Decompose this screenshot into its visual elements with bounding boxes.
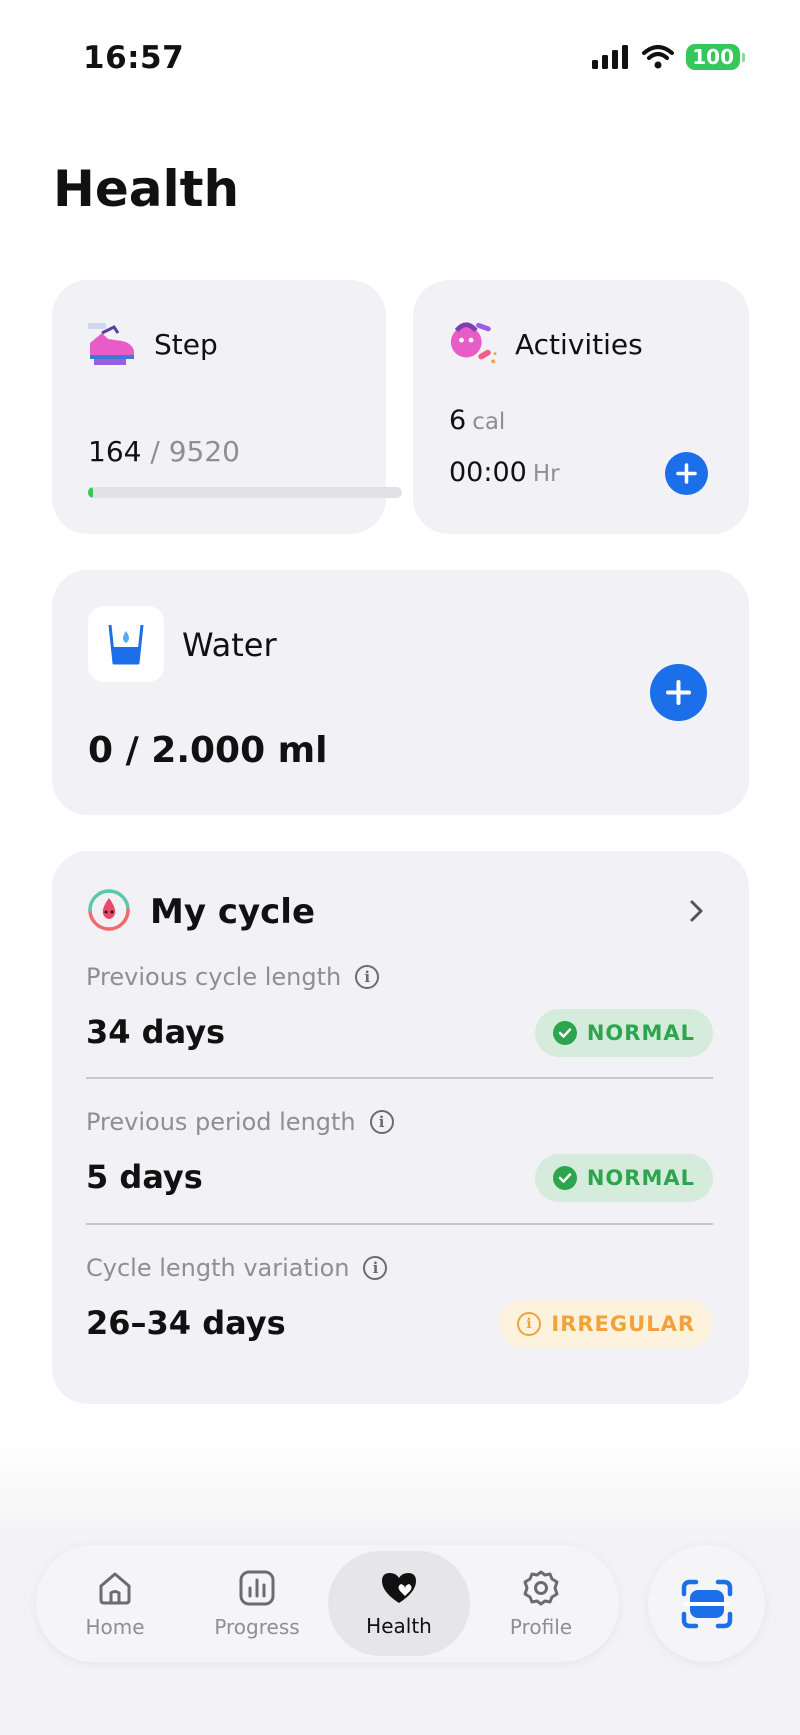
nav-label: Profile — [509, 1614, 573, 1639]
water-value: 0 / 2.000 ml — [88, 730, 328, 771]
status-badge: NORMAL — [534, 1009, 713, 1057]
activities-duration: 00:00 Hr — [449, 457, 560, 488]
row-label: Previous period length — [86, 1108, 356, 1136]
cycle-row-length-variation: Cycle length variation i 26–34 days i IR… — [86, 1254, 713, 1348]
plus-icon — [666, 680, 691, 705]
duration-value: 00:00 — [449, 457, 527, 488]
row-label: Previous cycle length — [86, 963, 342, 991]
calories-value: 6 — [449, 405, 467, 436]
nav-label: Progress — [214, 1614, 300, 1639]
add-water-button[interactable] — [650, 664, 707, 721]
nav-item-health[interactable]: Health — [328, 1551, 470, 1656]
step-goal: 9520 — [168, 435, 240, 468]
cycle-row-previous-period: Previous period length i 5 days NORMAL — [86, 1108, 713, 1202]
water-card[interactable]: Water 0 / 2.000 ml — [52, 570, 749, 815]
status-time: 16:57 — [83, 40, 185, 76]
water-glass-icon — [88, 606, 164, 682]
info-icon[interactable]: i — [363, 1256, 388, 1280]
nav-item-profile[interactable]: Profile — [476, 1545, 606, 1662]
step-value: 164 / 9520 — [88, 435, 240, 468]
page-title: Health — [53, 160, 240, 218]
step-label: Step — [154, 327, 218, 361]
bottom-nav: Home Progress Health Profile — [36, 1545, 619, 1662]
step-separator: / — [141, 435, 169, 468]
activities-calories: 6 cal — [449, 405, 505, 436]
row-label: Cycle length variation — [86, 1254, 350, 1282]
signal-icon — [592, 45, 629, 69]
water-label: Water — [182, 626, 277, 664]
cycle-row-previous-cycle: Previous cycle length i 34 days NORMAL — [86, 963, 713, 1057]
chevron-right-icon[interactable] — [687, 899, 707, 927]
nav-label: Health — [366, 1613, 432, 1638]
status-icons: 100 — [592, 44, 745, 70]
nav-label: Home — [85, 1614, 145, 1639]
step-current: 164 — [88, 435, 142, 468]
cycle-card[interactable]: My cycle Previous cycle length i 34 days… — [52, 851, 749, 1404]
divider — [86, 1077, 713, 1079]
duration-unit: Hr — [532, 461, 560, 487]
wifi-icon — [642, 45, 675, 69]
cycle-title: My cycle — [150, 892, 316, 932]
status-badge: i IRREGULAR — [499, 1300, 713, 1348]
step-card-header: Step — [86, 318, 218, 370]
nav-item-home[interactable]: Home — [50, 1545, 180, 1662]
gear-icon — [523, 1570, 559, 1605]
battery-indicator: 100 — [686, 44, 745, 70]
status-badge: NORMAL — [534, 1154, 713, 1202]
check-icon — [552, 1166, 577, 1190]
info-icon[interactable]: i — [369, 1110, 394, 1134]
home-icon — [99, 1572, 131, 1604]
status-text: IRREGULAR — [551, 1312, 695, 1336]
step-progress-bar — [88, 487, 402, 498]
plus-icon — [676, 463, 697, 484]
info-icon[interactable]: i — [355, 965, 380, 989]
sneaker-icon — [86, 318, 138, 370]
chart-icon — [239, 1570, 275, 1605]
check-icon — [552, 1021, 577, 1045]
cycle-drop-icon — [86, 887, 132, 937]
nav-item-progress[interactable]: Progress — [192, 1545, 322, 1662]
step-progress-fill — [88, 487, 94, 498]
step-card[interactable]: Step 164 / 9520 — [52, 280, 402, 534]
calories-unit: cal — [472, 409, 506, 435]
add-activity-button[interactable] — [665, 452, 708, 495]
heart-icon — [382, 1572, 416, 1603]
activities-label: Activities — [515, 327, 643, 361]
status-text: NORMAL — [586, 1021, 695, 1045]
kettlebell-icon — [447, 318, 499, 370]
activities-card-header: Activities — [447, 318, 643, 370]
status-text: NORMAL — [586, 1166, 695, 1190]
divider — [86, 1223, 713, 1225]
status-bar: 16:57 100 — [0, 38, 800, 82]
scan-button[interactable] — [648, 1545, 765, 1662]
cycle-card-header: My cycle — [86, 887, 315, 937]
activities-card[interactable]: Activities 6 cal 00:00 Hr — [413, 280, 749, 534]
info-circle-icon: i — [517, 1312, 542, 1336]
scan-icon — [681, 1579, 732, 1628]
